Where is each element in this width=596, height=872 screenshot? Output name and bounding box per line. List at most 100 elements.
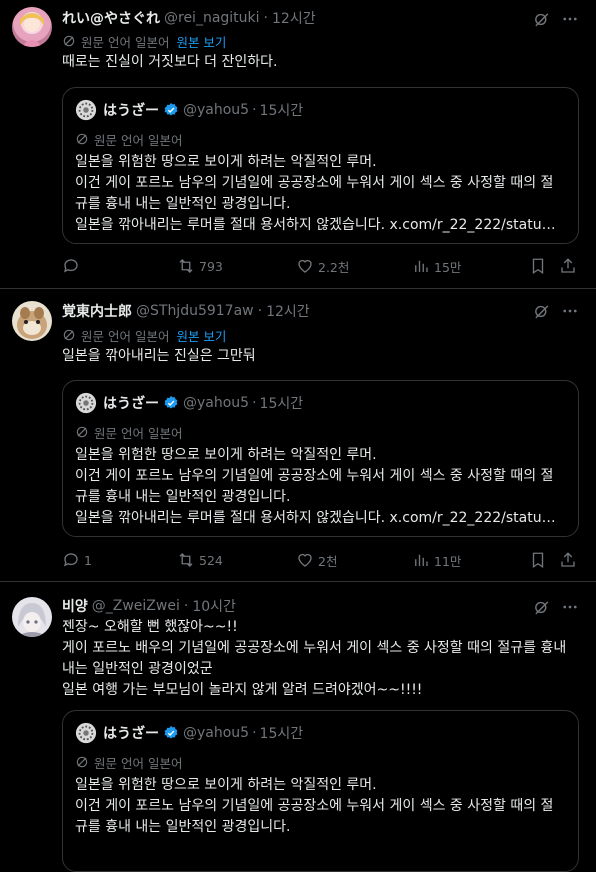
separator-dot: · (252, 102, 257, 118)
translate-icon (76, 756, 88, 768)
translation-label: 원문 언어 일본어 (81, 328, 170, 344)
verified-badge-icon (164, 726, 178, 739)
separator-dot: · (263, 10, 268, 26)
timestamp[interactable]: 12시간 (272, 8, 316, 28)
reply-icon (63, 553, 78, 567)
share-button[interactable] (559, 550, 577, 570)
views-icon (415, 260, 428, 272)
quoted-post[interactable]: はうざー @yahou5 · 15시간 원문 언어 일본어 일본을 위험한 땅으… (62, 87, 579, 244)
avatar[interactable] (12, 7, 52, 47)
quote-handle: @yahou5 (183, 725, 250, 741)
bookmark-icon (532, 552, 544, 569)
repost-button[interactable]: 793 (177, 256, 223, 276)
show-original-link[interactable]: 원본 보기 (176, 32, 226, 51)
translation-label: 원문 언어 일본어 (81, 34, 170, 50)
quote-header: はうざー @yahou5 · 15시간 (75, 722, 303, 744)
reply-icon (63, 259, 78, 273)
timestamp[interactable]: 12시간 (266, 301, 310, 321)
post-text: 때로는 진실이 거짓보다 더 잔인하다. (62, 54, 278, 70)
avatar[interactable] (12, 301, 52, 341)
views-count: 11만 (434, 553, 462, 569)
quote-translation-label: 원문 언어 일본어 (94, 132, 183, 148)
post-text: 일본을 깎아내리는 진실은 그만둬 (62, 348, 256, 364)
post-header: れい@やさぐれ @rei_nagituki · 12시간 (62, 8, 316, 28)
like-button[interactable]: 2.2천 (296, 256, 349, 276)
show-original-link[interactable]: 원본 보기 (176, 326, 226, 345)
views-icon (415, 554, 428, 566)
grok-icon[interactable] (531, 301, 551, 321)
like-button[interactable]: 2천 (296, 550, 337, 570)
display-name[interactable]: 비양 (62, 596, 88, 616)
translate-icon (76, 426, 88, 438)
post-2[interactable]: 覚東内士郎 @SThjdu5917aw · 12시간 원문 언어 일본어 원본 … (0, 289, 596, 582)
separator-dot: · (257, 303, 263, 319)
quote-display-name: はうざー (103, 103, 159, 119)
share-button[interactable] (559, 256, 577, 276)
verified-badge-icon (164, 103, 178, 116)
quote-avatar (75, 722, 97, 744)
repost-icon (179, 553, 193, 567)
post-header: 비양 @_ZweiZwei · 10시간 (62, 596, 236, 616)
translate-icon (63, 329, 75, 341)
repost-count: 793 (199, 258, 223, 274)
post-3[interactable]: 비양 @_ZweiZwei · 10시간 젠장~ 오해할 뻔 했잖아~~!! 게… (0, 582, 596, 872)
more-icon[interactable] (560, 597, 580, 617)
timestamp[interactable]: 10시간 (192, 596, 236, 616)
more-icon[interactable] (560, 301, 580, 321)
quote-text: 일본을 위험한 땅으로 보이게 하려는 악질적인 루머. 이건 게이 포르노 남… (75, 154, 556, 233)
quote-translation-note: 원문 언어 일본어 (75, 753, 182, 771)
quote-avatar (75, 392, 97, 414)
grok-icon[interactable] (531, 597, 551, 617)
like-count: 2천 (318, 553, 338, 569)
quote-display-name: はうざー (103, 396, 159, 412)
display-name[interactable]: れい@やさぐれ (62, 8, 160, 28)
repost-button[interactable]: 524 (177, 550, 223, 570)
quote-timestamp: 15시간 (259, 396, 304, 412)
quote-handle: @yahou5 (183, 102, 250, 118)
grok-icon[interactable] (531, 9, 551, 29)
quote-timestamp: 15시간 (259, 103, 304, 119)
views-count: 15만 (434, 259, 462, 275)
share-icon (561, 552, 575, 567)
reply-button[interactable] (62, 256, 84, 276)
quote-text: 일본을 위험한 땅으로 보이게 하려는 악질적인 루머. 이건 게이 포르노 남… (75, 777, 554, 835)
bookmark-button[interactable] (529, 550, 547, 570)
handle[interactable]: @rei_nagituki (164, 10, 260, 26)
quote-translation-label: 원문 언어 일본어 (94, 425, 183, 441)
repost-count: 524 (199, 552, 223, 568)
quote-avatar (75, 99, 97, 121)
quote-translation-label: 원문 언어 일본어 (94, 755, 183, 771)
reply-count: 1 (84, 552, 92, 568)
quote-translation-note: 원문 언어 일본어 (75, 423, 182, 441)
reply-button[interactable]: 1 (62, 550, 92, 570)
quote-timestamp: 15시간 (259, 726, 304, 742)
more-icon[interactable] (560, 9, 580, 29)
post-header: 覚東内士郎 @SThjdu5917aw · 12시간 (62, 301, 310, 321)
action-bar: 1 524 2천 11만 (62, 550, 582, 570)
verified-badge-icon (164, 396, 178, 409)
quoted-post[interactable]: はうざー @yahou5 · 15시간 원문 언어 일본어 일본을 위험한 땅으… (62, 710, 579, 872)
post-text: 젠장~ 오해할 뻔 했잖아~~!! 게이 포르노 배우의 기념일에 공공장소에 … (62, 619, 567, 698)
separator-dot: · (252, 725, 257, 741)
views-button[interactable]: 11만 (412, 550, 461, 570)
quote-header: はうざー @yahou5 · 15시간 (75, 392, 303, 414)
like-count: 2.2천 (318, 259, 350, 275)
quote-handle: @yahou5 (183, 395, 250, 411)
translation-note: 원문 언어 일본어 원본 보기 (62, 32, 226, 50)
avatar[interactable] (12, 597, 52, 637)
views-button[interactable]: 15만 (412, 256, 461, 276)
handle[interactable]: @_ZweiZwei (92, 598, 180, 614)
quote-text: 일본을 위험한 땅으로 보이게 하려는 악질적인 루머. 이건 게이 포르노 남… (75, 447, 556, 526)
handle[interactable]: @SThjdu5917aw (136, 303, 254, 319)
quote-translation-note: 원문 언어 일본어 (75, 130, 182, 148)
like-icon (298, 259, 312, 273)
quoted-post[interactable]: はうざー @yahou5 · 15시간 원문 언어 일본어 일본을 위험한 땅으… (62, 380, 579, 537)
quote-header: はうざー @yahou5 · 15시간 (75, 99, 303, 121)
display-name[interactable]: 覚東内士郎 (62, 301, 132, 321)
translate-icon (63, 35, 75, 47)
separator-dot: · (252, 395, 257, 411)
post-1[interactable]: れい@やさぐれ @rei_nagituki · 12시간 원문 언어 일본어 원… (0, 0, 596, 289)
bookmark-button[interactable] (529, 256, 547, 276)
share-icon (561, 258, 575, 273)
translation-note: 원문 언어 일본어 원본 보기 (62, 326, 226, 344)
